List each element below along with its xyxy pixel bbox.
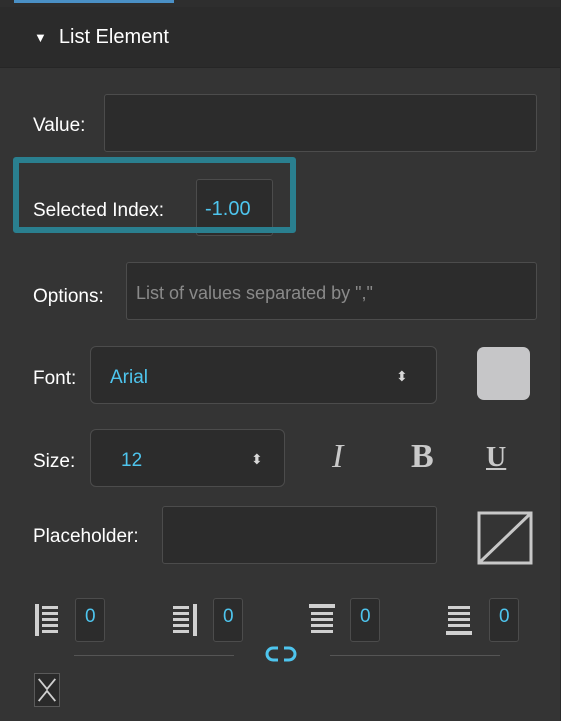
size-label: Size:	[33, 451, 76, 472]
select-arrows-icon: ⬍	[396, 368, 408, 384]
padding-top-value: 0	[360, 606, 371, 627]
active-tab-indicator	[14, 0, 174, 3]
value-label: Value:	[33, 115, 86, 136]
section-title: List Element	[58, 25, 169, 48]
font-label: Font:	[33, 368, 77, 389]
collapse-x-icon[interactable]	[34, 673, 60, 707]
padding-link-line-right	[330, 655, 500, 656]
align-top-padding-icon	[309, 604, 335, 633]
align-bottom-padding-icon	[446, 606, 472, 635]
bold-button[interactable]: B	[411, 438, 434, 476]
section-header[interactable]: ▼ List Element	[0, 7, 560, 68]
padding-right-value: 0	[223, 606, 234, 627]
underline-button[interactable]: U	[486, 442, 506, 474]
options-label: Options:	[33, 286, 104, 307]
link-padding-icon[interactable]	[265, 643, 297, 665]
italic-button[interactable]: I	[332, 438, 343, 476]
options-placeholder: List of values separated by ","	[136, 283, 373, 303]
select-arrows-icon: ⬍	[251, 451, 263, 467]
font-select-value: Arial	[110, 367, 149, 388]
align-left-padding-icon	[35, 604, 58, 636]
padding-bottom-value: 0	[499, 606, 510, 627]
padding-link-line-left	[74, 655, 234, 656]
no-background-color-icon[interactable]	[477, 511, 533, 565]
value-input[interactable]	[104, 94, 537, 152]
properties-panel: ▼ List Element Value: Selected Index: -1…	[0, 0, 561, 721]
font-color-swatch[interactable]	[477, 347, 530, 400]
placeholder-input[interactable]	[162, 506, 437, 564]
padding-left-value: 0	[85, 606, 96, 627]
align-right-padding-icon	[173, 604, 197, 636]
highlight-box	[13, 157, 296, 233]
placeholder-label: Placeholder:	[33, 526, 139, 547]
collapse-caret-icon[interactable]: ▼	[34, 30, 47, 45]
size-select-value: 12	[121, 450, 143, 471]
